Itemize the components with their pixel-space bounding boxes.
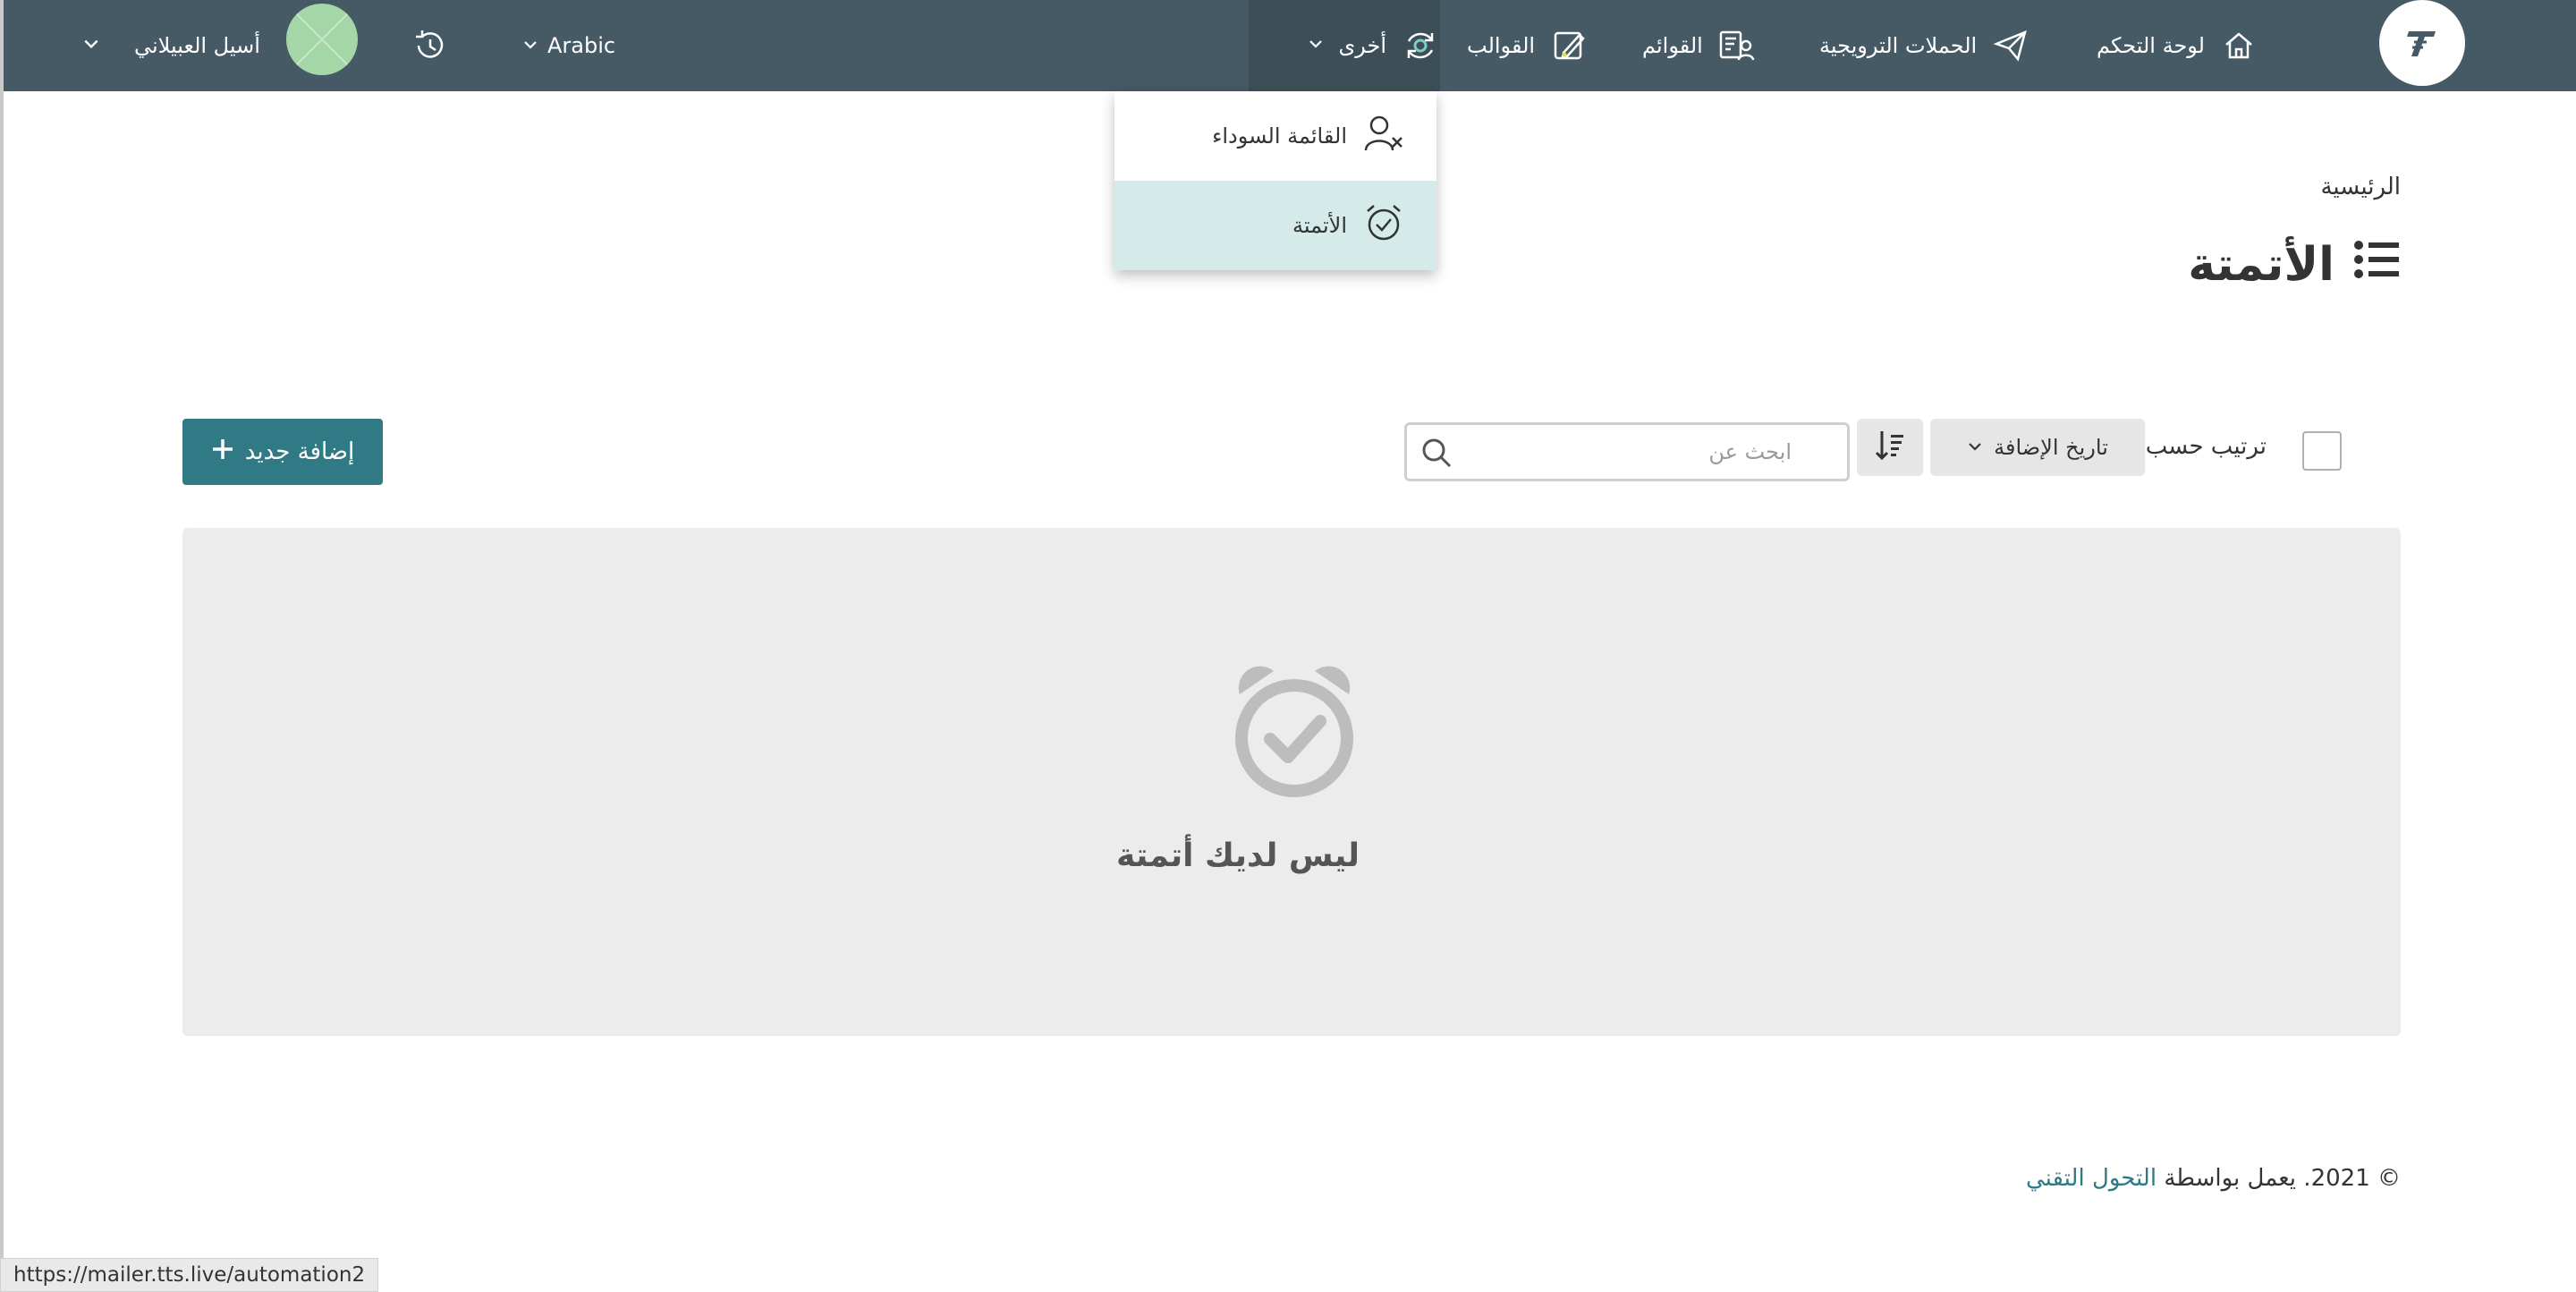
page-title: الأتمتة: [2188, 231, 2401, 299]
chevron-down-icon: [1967, 435, 1983, 460]
home-icon: [2219, 26, 2258, 65]
logo-icon: [2407, 31, 2436, 56]
nav-dashboard[interactable]: لوحة التحكم: [2097, 0, 2258, 91]
user-menu-toggle[interactable]: [82, 0, 100, 91]
search-box[interactable]: [1404, 422, 1850, 481]
chevron-down-icon: [82, 33, 100, 58]
nav-dashboard-label: لوحة التحكم: [2097, 33, 2205, 58]
add-new-label: إضافة جديد: [244, 438, 355, 465]
menu-item-blacklist[interactable]: القائمة السوداء: [1114, 91, 1436, 181]
menu-item-blacklist-label: القائمة السوداء: [1212, 123, 1347, 149]
search-icon: [1419, 436, 1453, 473]
sort-direction-button[interactable]: [1857, 419, 1923, 476]
sort-descending-icon: [1875, 429, 1905, 465]
sort-by-value: تاريخ الإضافة: [1994, 435, 2108, 460]
refresh-settings-icon: [1401, 26, 1440, 65]
nav-lists-label: القوائم: [1642, 33, 1703, 58]
nav-other[interactable]: أخرى: [1249, 0, 1440, 91]
contacts-list-icon: [1717, 26, 1757, 65]
search-input[interactable]: [1466, 425, 1845, 479]
footer-link[interactable]: التحول التقني: [2026, 1165, 2157, 1192]
user-blocked-icon: [1363, 113, 1404, 159]
paper-plane-icon: [1991, 26, 2030, 65]
nav-templates-label: القوالب: [1467, 33, 1536, 58]
nav-campaigns[interactable]: الحملات الترويجية: [1819, 0, 2030, 91]
chevron-down-icon: [1308, 36, 1324, 56]
user-name-label: أسيل العبيلاني: [134, 33, 260, 58]
nav-campaigns-label: الحملات الترويجية: [1819, 33, 1978, 58]
language-selector[interactable]: Arabic: [522, 0, 615, 91]
user-name[interactable]: أسيل العبيلاني: [134, 0, 260, 91]
menu-item-automation-label: الأتمتة: [1292, 213, 1347, 238]
add-new-button[interactable]: إضافة جديد: [182, 419, 383, 485]
edit-template-icon: [1549, 26, 1589, 65]
chevron-down-icon: [522, 33, 538, 58]
menu-item-automation[interactable]: الأتمتة: [1114, 181, 1436, 270]
alarm-clock-icon: [1363, 202, 1404, 249]
status-bar-url: https://mailer.tts.live/automation2: [0, 1258, 379, 1292]
list-icon: [2352, 238, 2401, 293]
alarm-clock-icon: [1227, 662, 1361, 809]
nav-other-label: أخرى: [1338, 33, 1386, 58]
nav-lists[interactable]: القوائم: [1642, 0, 1757, 91]
empty-state-message: ليس لديك أتمتة: [1115, 837, 1360, 874]
other-dropdown-menu: القائمة السوداء الأتمتة: [1114, 91, 1436, 270]
breadcrumb[interactable]: الرئيسية: [2320, 174, 2401, 200]
nav-templates[interactable]: القوالب: [1467, 0, 1589, 91]
footer-copyright: © 2021. يعمل بواسطة: [2164, 1165, 2401, 1192]
footer: © 2021. يعمل بواسطة التحول التقني: [2026, 1165, 2401, 1192]
history-icon: [410, 26, 449, 65]
user-avatar[interactable]: [286, 4, 358, 75]
plus-icon: [211, 438, 234, 467]
sort-label: ترتيب حسب: [2145, 433, 2267, 460]
top-navbar: لوحة التحكم الحملات الترويجية القوائم ال…: [4, 0, 2576, 91]
window-edge: [0, 0, 4, 1292]
select-all-checkbox[interactable]: [2302, 431, 2342, 471]
empty-state-panel: ليس لديك أتمتة: [182, 528, 2401, 1036]
history-button[interactable]: [410, 0, 449, 91]
language-label: Arabic: [547, 33, 616, 58]
page-title-text: الأتمتة: [2188, 238, 2334, 292]
app-logo[interactable]: [2379, 0, 2465, 86]
sort-by-select[interactable]: تاريخ الإضافة: [1930, 419, 2145, 476]
